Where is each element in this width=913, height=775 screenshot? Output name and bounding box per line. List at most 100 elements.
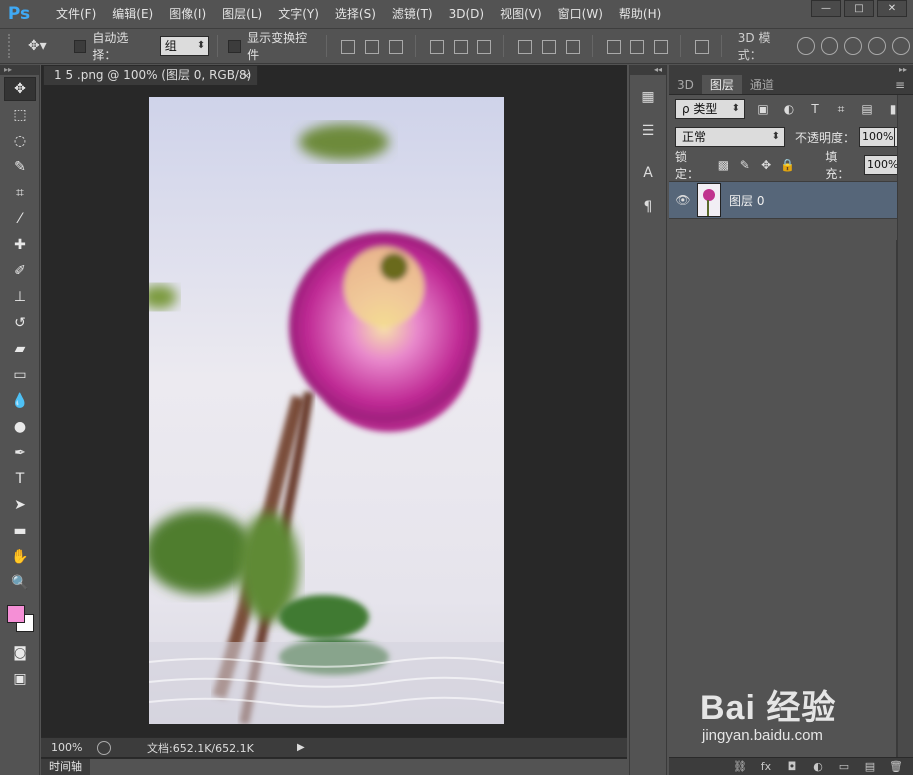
distribute-vcenter-icon[interactable] (539, 37, 557, 55)
history-brush-tool-icon[interactable]: ↺ (4, 311, 36, 335)
adjustment-filter-icon[interactable]: ◐ (781, 101, 797, 117)
pen-tool-icon[interactable]: ✒ (4, 441, 36, 465)
hand-tool-icon[interactable]: ✋ (4, 545, 36, 569)
close-tab-icon[interactable]: × (242, 66, 251, 85)
quick-mask-icon[interactable]: ◙ (4, 641, 36, 665)
tab-3d[interactable]: 3D (669, 75, 702, 94)
status-menu-arrow-icon[interactable]: ▶ (297, 742, 305, 753)
eyedropper-tool-icon[interactable]: ⁄ (4, 207, 36, 231)
type-tool-icon[interactable]: T (4, 467, 36, 491)
menu-help[interactable]: 帮助(H) (611, 0, 669, 28)
screen-mode-icon[interactable]: ▣ (4, 667, 36, 691)
tab-channels[interactable]: 通道 (742, 75, 782, 94)
menu-view[interactable]: 视图(V) (492, 0, 550, 28)
panel-scrollbar[interactable] (897, 95, 913, 757)
align-hcenter-icon[interactable] (451, 37, 469, 55)
link-icon[interactable]: ⛓ (733, 760, 747, 773)
3d-scale-icon[interactable] (892, 37, 910, 55)
document-tab[interactable]: 1 5 .png @ 100% (图层 0, RGB/8) × (43, 65, 258, 85)
auto-select-dropdown[interactable]: 组 (159, 36, 210, 56)
align-right-icon[interactable] (474, 37, 492, 55)
blend-mode-dropdown[interactable]: 正常 (675, 127, 785, 147)
menu-type[interactable]: 文字(Y) (270, 0, 327, 28)
lock-all-icon[interactable]: 🔒 (780, 157, 795, 173)
distribute-hcenter-icon[interactable] (627, 37, 645, 55)
close-icon[interactable]: ✕ (877, 0, 907, 17)
lock-pixels-icon[interactable]: ✎ (737, 157, 752, 173)
align-vcenter-icon[interactable] (362, 37, 380, 55)
layer-filter-dropdown[interactable]: ρ 类型 (675, 99, 745, 119)
menu-filter[interactable]: 滤镜(T) (384, 0, 441, 28)
menu-layer[interactable]: 图层(L) (214, 0, 270, 28)
auto-align-icon[interactable] (692, 37, 710, 55)
distribute-left-icon[interactable] (604, 37, 622, 55)
adjustment-icon[interactable]: ◐ (811, 760, 825, 773)
quick-select-tool-icon[interactable]: ✎ (4, 155, 36, 179)
image-canvas[interactable] (149, 97, 504, 724)
menu-image[interactable]: 图像(I) (161, 0, 214, 28)
fx-icon[interactable]: fx (759, 760, 773, 773)
opacity-field[interactable]: 100% (859, 127, 896, 147)
3d-slide-icon[interactable] (868, 37, 887, 55)
tab-layers[interactable]: 图层 (701, 75, 742, 94)
zoom-tool-icon[interactable]: 🔍 (4, 571, 36, 595)
trash-icon[interactable]: 🗑 (889, 760, 903, 773)
character-panel-icon[interactable]: A (636, 161, 660, 185)
options-grip[interactable] (8, 34, 16, 58)
3d-rotate-icon[interactable] (796, 37, 815, 55)
lasso-tool-icon[interactable]: ◌ (4, 129, 36, 153)
timeline-tab[interactable]: 时间轴 (41, 759, 90, 775)
history-panel-icon[interactable]: ▦ (636, 85, 660, 109)
brush-tool-icon[interactable]: ✐ (4, 259, 36, 283)
lock-transparency-icon[interactable]: ▩ (716, 157, 731, 173)
type-filter-icon[interactable]: T (807, 101, 823, 117)
dodge-tool-icon[interactable]: ● (4, 415, 36, 439)
new-layer-icon[interactable]: ▤ (863, 760, 877, 773)
shape-tool-icon[interactable]: ▬ (4, 519, 36, 543)
clone-stamp-tool-icon[interactable]: ⊥ (4, 285, 36, 309)
dock-collapse[interactable]: ◂◂ (630, 65, 666, 75)
move-tool-icon[interactable]: ✥ (4, 77, 36, 101)
menu-window[interactable]: 窗口(W) (550, 0, 611, 28)
pixel-filter-icon[interactable]: ▣ (755, 101, 771, 117)
gradient-tool-icon[interactable]: ▭ (4, 363, 36, 387)
fill-field[interactable]: 100% (864, 155, 900, 175)
lock-position-icon[interactable]: ✥ (759, 157, 774, 173)
3d-roll-icon[interactable] (820, 37, 839, 55)
panel-menu-icon[interactable]: ≡ (895, 75, 913, 94)
visibility-eye-icon[interactable]: 👁 (669, 193, 697, 207)
menu-select[interactable]: 选择(S) (327, 0, 384, 28)
menu-file[interactable]: 文件(F) (48, 0, 104, 28)
healing-brush-tool-icon[interactable]: ✚ (4, 233, 36, 257)
share-icon[interactable] (97, 740, 111, 755)
layer-name[interactable]: 图层 0 (729, 192, 764, 209)
foreground-color-swatch[interactable] (7, 605, 25, 623)
zoom-level[interactable]: 100% (41, 741, 91, 754)
path-select-tool-icon[interactable]: ➤ (4, 493, 36, 517)
toolbar-collapse[interactable]: ▸▸ (0, 65, 39, 75)
distribute-top-icon[interactable] (515, 37, 533, 55)
maximize-icon[interactable]: □ (844, 0, 874, 17)
align-bottom-icon[interactable] (386, 37, 404, 55)
actions-panel-icon[interactable]: ☰ (636, 119, 660, 143)
distribute-right-icon[interactable] (651, 37, 669, 55)
auto-select-checkbox[interactable] (73, 39, 87, 53)
menu-3d[interactable]: 3D(D) (441, 0, 492, 28)
panel-collapse[interactable]: ▸▸ (669, 65, 913, 75)
marquee-tool-icon[interactable]: ⬚ (4, 103, 36, 127)
shape-filter-icon[interactable]: ⌗ (833, 101, 849, 117)
3d-pan-icon[interactable] (844, 37, 863, 55)
move-tool-preset-icon[interactable]: ✥▾ (28, 35, 64, 57)
align-top-icon[interactable] (338, 37, 356, 55)
blur-tool-icon[interactable]: 💧 (4, 389, 36, 413)
paragraph-panel-icon[interactable]: ¶ (636, 195, 660, 219)
minimize-icon[interactable]: — (811, 0, 841, 17)
smart-object-filter-icon[interactable]: ▤ (859, 101, 875, 117)
eraser-tool-icon[interactable]: ▰ (4, 337, 36, 361)
layer-row[interactable]: 👁 图层 0 (669, 181, 897, 219)
show-transform-checkbox[interactable] (228, 39, 242, 53)
folder-icon[interactable]: ▭ (837, 760, 851, 773)
distribute-bottom-icon[interactable] (563, 37, 581, 55)
menu-edit[interactable]: 编辑(E) (104, 0, 161, 28)
crop-tool-icon[interactable]: ⌗ (4, 181, 36, 205)
